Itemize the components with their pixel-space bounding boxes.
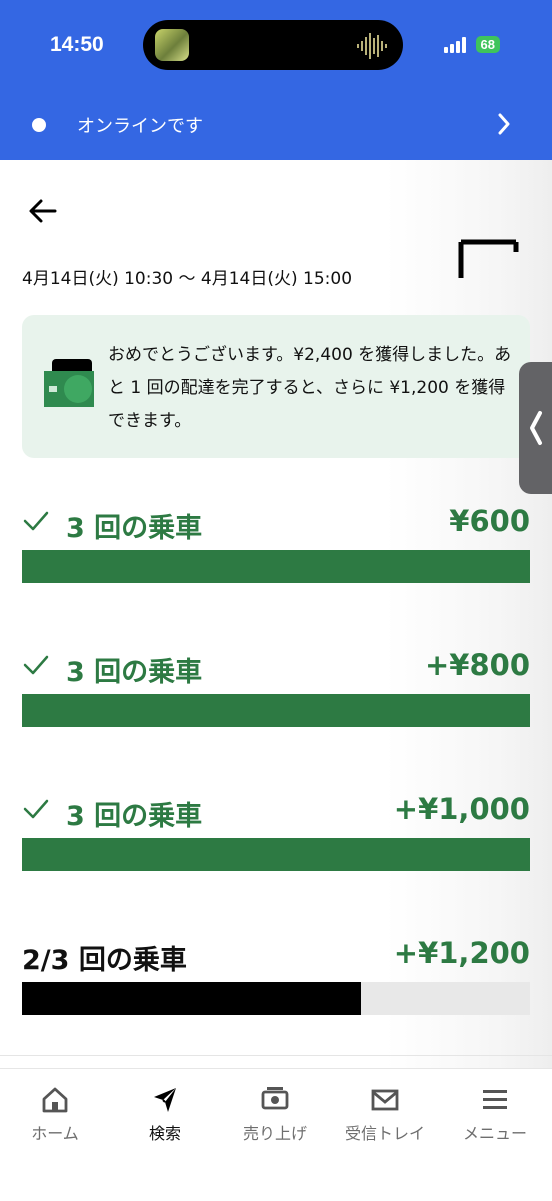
tier-row-4: 2/3 回の乗車 +¥1,200 [22, 934, 530, 1015]
tier-progress-fill [22, 982, 361, 1015]
tier-row-2: 3 回の乗車 +¥800 [22, 646, 530, 727]
tab-label: 受信トレイ [344, 1124, 425, 1143]
money-icon [261, 1087, 289, 1110]
tier-progress-fill [22, 694, 530, 727]
tier-label: 2/3 回の乗車 [22, 945, 187, 976]
tier-label: 3 回の乗車 [66, 801, 203, 832]
mail-icon [371, 1089, 399, 1111]
tab-menu[interactable]: メニュー [440, 1083, 550, 1144]
cash-icon [44, 359, 94, 407]
chevron-left-icon [530, 411, 542, 445]
reward-message-card: おめでとうございます。¥2,400 を獲得しました。あと 1 回の配達を完了する… [22, 315, 530, 458]
back-arrow-icon[interactable] [28, 198, 58, 224]
check-icon [23, 511, 49, 531]
tier-progress-bar [22, 694, 530, 727]
tier-progress-fill [22, 550, 530, 583]
tier-label: 3 回の乗車 [66, 513, 203, 544]
now-playing-artwork [155, 29, 189, 61]
tab-label: ホーム [31, 1124, 79, 1143]
check-icon [23, 799, 49, 819]
period-range: 4月14日(火) 10:30 〜 4月14日(火) 15:00 [22, 269, 353, 289]
status-time: 14:50 [50, 33, 104, 56]
tier-amount: +¥800 [424, 648, 530, 682]
divider [0, 1055, 552, 1056]
tab-search[interactable]: 検索 [110, 1083, 220, 1144]
bottom-tab-bar: ホーム 検索 売り上げ 受信トレイ メニュー [0, 1068, 552, 1201]
tab-home[interactable]: ホーム [0, 1083, 110, 1144]
tier-amount: +¥1,200 [393, 936, 530, 970]
home-icon [42, 1087, 68, 1113]
tab-label: メニュー [462, 1124, 527, 1143]
menu-icon [483, 1090, 507, 1109]
online-dot-icon [32, 118, 46, 132]
tab-label: 検索 [148, 1124, 181, 1143]
online-status-text: オンラインです [77, 116, 203, 137]
tier-progress-bar [22, 982, 530, 1015]
main-content: 4月14日(火) 10:30 〜 4月14日(火) 15:00 おめでとうござい… [0, 160, 552, 1068]
tier-row-3: 3 回の乗車 +¥1,000 [22, 790, 530, 871]
tier-progress-bar [22, 550, 530, 583]
chevron-right-icon [498, 113, 510, 135]
tab-label: 売り上げ [242, 1124, 307, 1143]
compass-icon [154, 1088, 176, 1112]
tier-label: 3 回の乗車 [66, 657, 203, 688]
tier-progress-fill [22, 838, 530, 871]
header-bar: 14:50 68 オンラインです [0, 0, 552, 160]
tier-row-1: 3 回の乗車 ¥600 [22, 502, 530, 583]
tier-amount: ¥600 [449, 504, 530, 538]
dynamic-island [143, 20, 403, 70]
tab-inbox[interactable]: 受信トレイ [330, 1083, 440, 1144]
tier-progress-bar [22, 838, 530, 871]
online-status-row[interactable]: オンラインです [0, 100, 552, 148]
check-icon [23, 655, 49, 675]
corner-bracket-icon [458, 239, 519, 278]
battery-indicator: 68 [475, 36, 500, 53]
signal-icon [443, 36, 466, 53]
side-drawer-handle[interactable] [519, 362, 552, 494]
audio-wave-icon [357, 33, 387, 59]
status-icons: 68 [443, 36, 500, 53]
reward-message-text: おめでとうございます。¥2,400 を獲得しました。あと 1 回の配達を完了する… [108, 345, 512, 431]
tier-amount: +¥1,000 [393, 792, 530, 826]
tab-earnings[interactable]: 売り上げ [220, 1083, 330, 1144]
